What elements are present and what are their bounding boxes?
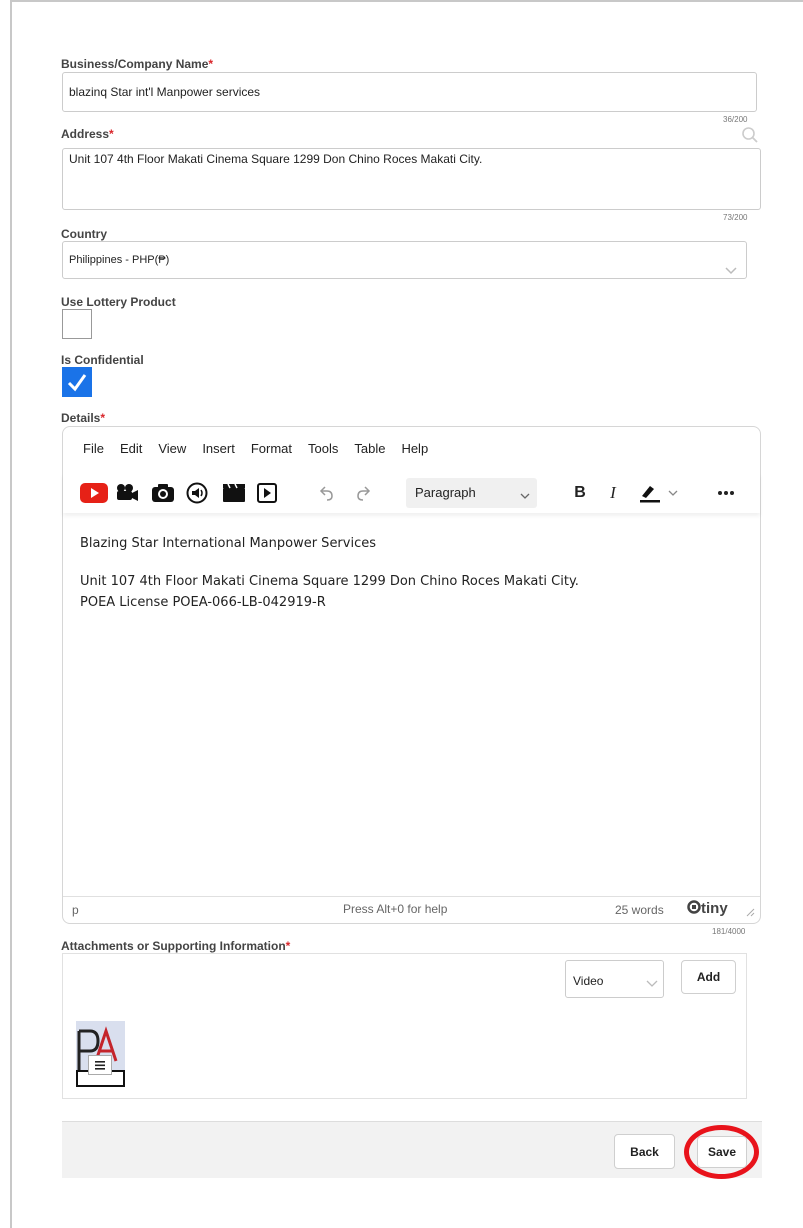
tiny-logo[interactable]: tiny <box>687 900 728 917</box>
rich-text-editor[interactable]: File Edit View Insert Format Tools Table… <box>62 426 761 924</box>
chevron-down-icon <box>724 254 738 290</box>
bold-icon[interactable]: B <box>568 482 592 504</box>
tiny-logo-icon <box>687 900 701 914</box>
address-counter: 73/200 <box>723 213 748 222</box>
clapperboard-icon[interactable] <box>222 482 246 504</box>
content-line: POEA License POEA-066-LB-042919-R <box>80 595 326 610</box>
is-confidential-label: Is Confidential <box>61 353 144 367</box>
block-format-select[interactable]: Paragraph <box>406 478 537 508</box>
menu-help[interactable]: Help <box>401 441 428 461</box>
address-textarea[interactable]: Unit 107 4th Floor Makati Cinema Square … <box>62 148 761 210</box>
form-footer: Back Save <box>62 1121 762 1179</box>
redo-icon[interactable] <box>352 482 376 504</box>
editor-menubar: File Edit View Insert Format Tools Table… <box>63 441 444 461</box>
content-line: Blazing Star International Manpower Serv… <box>80 536 377 551</box>
business-name-label: Business/Company Name* <box>61 57 214 71</box>
word-count[interactable]: 25 words <box>615 903 664 917</box>
media-play-icon[interactable] <box>255 482 279 504</box>
element-path[interactable]: p <box>72 903 79 917</box>
editor-toolbar: Paragraph B I <box>63 473 760 513</box>
country-selected-value: Philippines - PHP(₱) <box>69 254 170 266</box>
chevron-down-icon <box>519 488 531 503</box>
block-format-value: Paragraph <box>415 485 476 500</box>
address-label: Address* <box>61 127 114 141</box>
country-select[interactable]: Philippines - PHP(₱) <box>62 241 747 279</box>
content-line: Unit 107 4th Floor Makati Cinema Square … <box>80 574 579 589</box>
italic-icon[interactable]: I <box>601 482 625 504</box>
menu-format[interactable]: Format <box>251 441 292 461</box>
menu-view[interactable]: View <box>158 441 186 461</box>
menu-tools[interactable]: Tools <box>308 441 338 461</box>
country-label: Country <box>61 227 107 241</box>
camera-icon[interactable] <box>151 482 175 504</box>
video-camera-icon[interactable] <box>115 482 139 504</box>
chevron-down-icon <box>646 977 658 991</box>
back-button[interactable]: Back <box>614 1134 675 1169</box>
youtube-icon[interactable] <box>80 482 108 504</box>
attachment-thumbnail[interactable] <box>76 1021 125 1087</box>
checkmark-icon <box>67 374 87 392</box>
menu-table[interactable]: Table <box>354 441 385 461</box>
use-lottery-label: Use Lottery Product <box>61 295 176 309</box>
more-icon[interactable] <box>714 482 738 504</box>
save-button[interactable]: Save <box>697 1136 747 1168</box>
details-label: Details* <box>61 411 106 425</box>
attachments-panel: Video Add <box>62 953 747 1099</box>
menu-file[interactable]: File <box>83 441 104 461</box>
resize-handle-icon[interactable] <box>745 906 755 920</box>
help-hint: Press Alt+0 for help <box>343 902 448 916</box>
editor-content[interactable]: Blazing Star International Manpower Serv… <box>80 533 743 613</box>
attachment-type-value: Video <box>573 974 604 988</box>
attachments-label: Attachments or Supporting Information* <box>61 939 291 953</box>
is-confidential-checkbox[interactable] <box>62 367 92 397</box>
highlight-icon[interactable] <box>638 482 682 504</box>
business-name-counter: 36/200 <box>723 115 748 124</box>
attachment-type-select[interactable]: Video <box>565 960 664 998</box>
menu-edit[interactable]: Edit <box>120 441 142 461</box>
document-icon <box>88 1055 112 1075</box>
audio-icon[interactable] <box>185 482 209 504</box>
add-attachment-button[interactable]: Add <box>681 960 736 994</box>
menu-insert[interactable]: Insert <box>202 441 235 461</box>
business-name-input[interactable]: blazinq Star int'l Manpower services <box>62 72 757 112</box>
editor-statusbar: p Press Alt+0 for help 25 words tiny <box>63 896 760 923</box>
search-icon[interactable] <box>741 126 759 144</box>
use-lottery-checkbox[interactable] <box>62 309 92 339</box>
undo-icon[interactable] <box>314 482 338 504</box>
details-counter: 181/4000 <box>712 927 746 936</box>
